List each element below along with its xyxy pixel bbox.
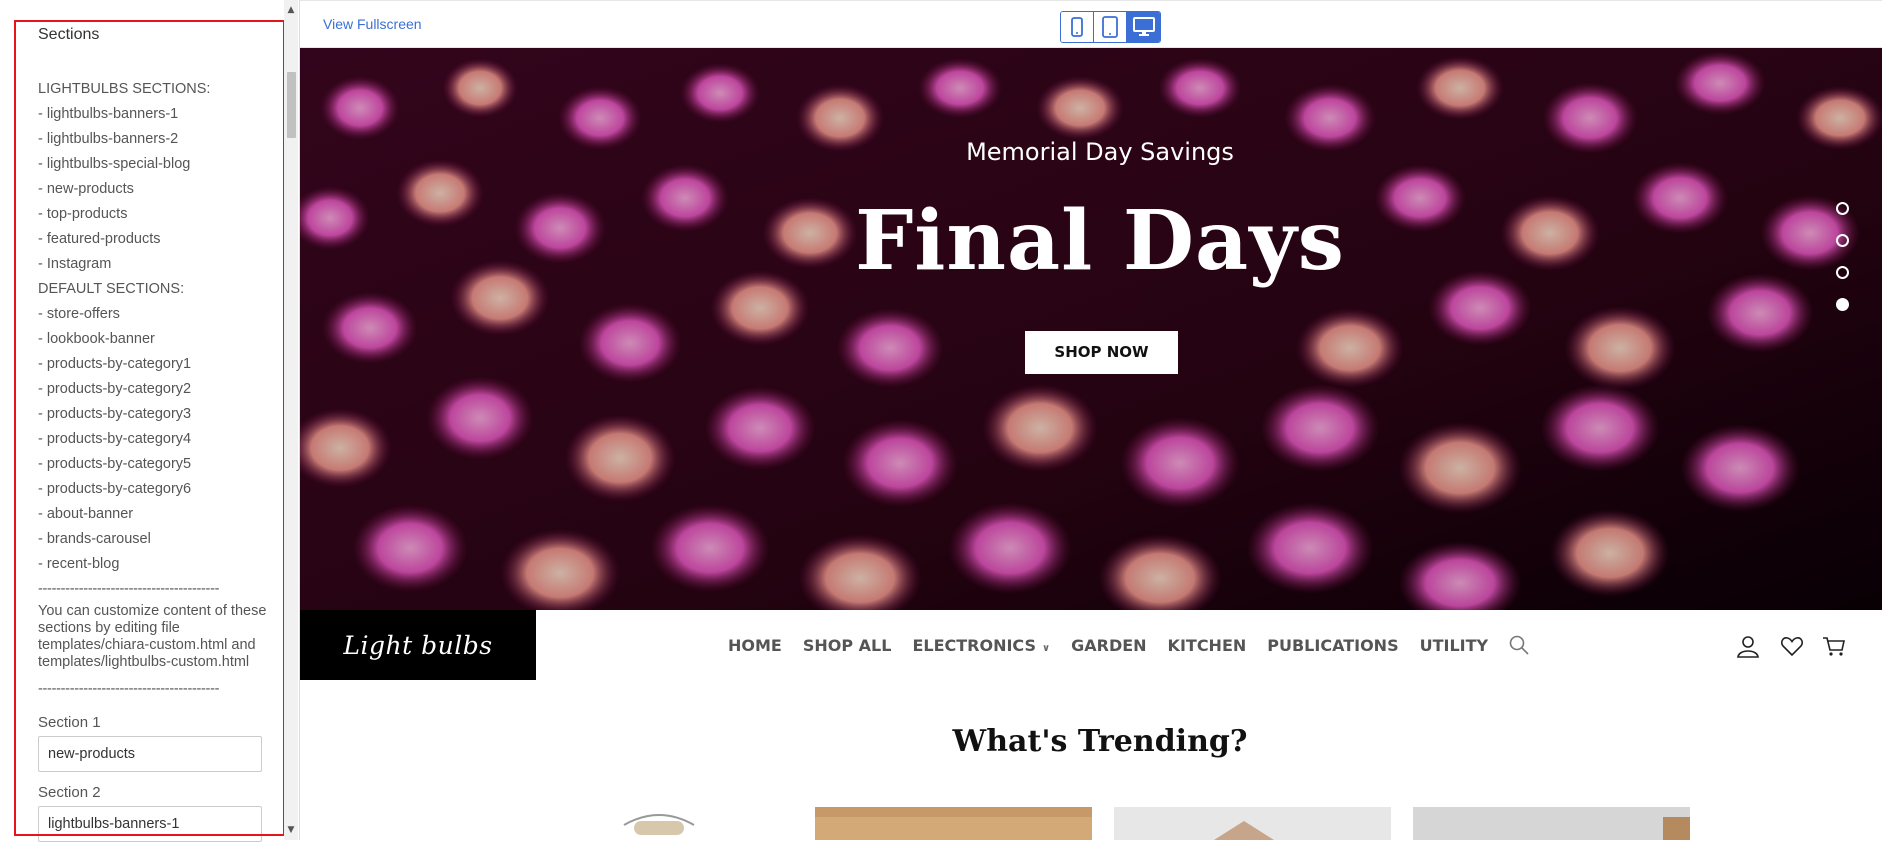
customize-note: You can customize content of these secti… bbox=[38, 603, 267, 670]
hero-subtitle: Memorial Day Savings bbox=[966, 138, 1234, 166]
slider-dot[interactable] bbox=[1836, 202, 1849, 215]
account-icon[interactable] bbox=[1736, 634, 1760, 658]
scroll-down-arrow-icon[interactable]: ▼ bbox=[284, 822, 298, 840]
desktop-icon bbox=[1132, 17, 1155, 36]
section-list-item: - products-by-category6 bbox=[38, 481, 192, 497]
product-image[interactable] bbox=[1413, 807, 1690, 840]
tablet-view-button[interactable] bbox=[1094, 12, 1127, 42]
desktop-view-button[interactable] bbox=[1127, 12, 1160, 42]
preview-toolbar: View Fullscreen bbox=[300, 0, 1882, 48]
panel-title: Sections bbox=[38, 26, 100, 43]
site-header: Light bulbs HOME SHOP ALL ELECTRONICS ∨ G… bbox=[300, 610, 1882, 680]
tablet-icon bbox=[1102, 16, 1118, 38]
chevron-down-icon: ∨ bbox=[1041, 642, 1051, 654]
section-title: What's Trending? bbox=[952, 724, 1248, 759]
section-list-item: - lightbulbs-banners-1 bbox=[38, 106, 179, 122]
logo-text: Light bulbs bbox=[343, 630, 493, 660]
section-list-item: - products-by-category3 bbox=[38, 406, 192, 422]
cart-icon[interactable] bbox=[1822, 634, 1846, 658]
slider-dot[interactable] bbox=[1836, 234, 1849, 247]
section-list-item: - lightbulbs-banners-2 bbox=[38, 131, 179, 147]
lightbulbs-sections-heading: LIGHTBULBS SECTIONS: bbox=[38, 81, 211, 97]
nav-shop-all[interactable]: SHOP ALL bbox=[803, 636, 892, 655]
scroll-thumb[interactable] bbox=[287, 72, 296, 138]
scroll-up-arrow-icon[interactable]: ▲ bbox=[284, 0, 298, 18]
section-list-item: - brands-carousel bbox=[38, 531, 151, 547]
section-list-item: - products-by-category2 bbox=[38, 381, 192, 397]
mobile-icon bbox=[1071, 17, 1083, 37]
store-logo[interactable]: Light bulbs bbox=[300, 610, 536, 680]
section-list-item: - new-products bbox=[38, 181, 134, 197]
sections-panel-content: Sections LIGHTBULBS SECTIONS: - lightbul… bbox=[38, 26, 268, 842]
section-list-item: - Instagram bbox=[38, 256, 112, 272]
sections-panel: Sections LIGHTBULBS SECTIONS: - lightbul… bbox=[0, 0, 300, 842]
nav-garden[interactable]: GARDEN bbox=[1071, 636, 1146, 655]
search-icon[interactable] bbox=[1509, 635, 1529, 655]
panel-scrollbar[interactable]: ▲ ▼ bbox=[284, 0, 298, 840]
nav-publications[interactable]: PUBLICATIONS bbox=[1267, 636, 1398, 655]
section-1-input[interactable] bbox=[38, 736, 262, 772]
wishlist-heart-icon[interactable] bbox=[1780, 634, 1804, 658]
nav-kitchen[interactable]: KITCHEN bbox=[1168, 636, 1247, 655]
divider: ---------------------------------------- bbox=[38, 681, 220, 697]
section-list-item: - products-by-category4 bbox=[38, 431, 192, 447]
product-image[interactable] bbox=[610, 807, 720, 840]
product-image[interactable] bbox=[815, 807, 1092, 840]
device-switcher bbox=[1060, 11, 1161, 43]
section-list-item: - recent-blog bbox=[38, 556, 120, 572]
shop-now-button[interactable]: SHOP NOW bbox=[1025, 331, 1178, 374]
section-list-item: - store-offers bbox=[38, 306, 120, 322]
slider-dot-active[interactable] bbox=[1836, 298, 1849, 311]
hero-title: Final Days bbox=[855, 193, 1345, 289]
section-list-item: - featured-products bbox=[38, 231, 161, 247]
nav-home[interactable]: HOME bbox=[728, 636, 782, 655]
nav-utility[interactable]: UTILITY bbox=[1420, 636, 1489, 655]
section-2-label: Section 2 bbox=[38, 784, 101, 801]
divider: ---------------------------------------- bbox=[38, 581, 220, 597]
section-list-item: - lightbulbs-special-blog bbox=[38, 156, 191, 172]
default-sections-heading: DEFAULT SECTIONS: bbox=[38, 281, 185, 297]
nav-electronics-label: ELECTRONICS bbox=[912, 635, 1036, 655]
mobile-view-button[interactable] bbox=[1061, 12, 1094, 42]
section-list-item: - about-banner bbox=[38, 506, 134, 522]
hero-background-image bbox=[300, 48, 1882, 610]
section-list-item: - products-by-category1 bbox=[38, 356, 192, 372]
section-list-item: - products-by-category5 bbox=[38, 456, 192, 472]
section-list-item: - top-products bbox=[38, 206, 128, 222]
section-1-label: Section 1 bbox=[38, 714, 101, 731]
slider-dot[interactable] bbox=[1836, 266, 1849, 279]
product-image[interactable] bbox=[1114, 807, 1391, 840]
section-2-input[interactable] bbox=[38, 806, 262, 842]
nav-electronics[interactable]: ELECTRONICS ∨ bbox=[912, 636, 1050, 655]
section-list-item: - lookbook-banner bbox=[38, 331, 155, 347]
main-nav: HOME SHOP ALL ELECTRONICS ∨ GARDEN KITCHE… bbox=[728, 610, 1529, 680]
view-fullscreen-link[interactable]: View Fullscreen bbox=[323, 16, 422, 32]
hero-slider: Memorial Day Savings Final Days SHOP NOW bbox=[300, 48, 1882, 610]
